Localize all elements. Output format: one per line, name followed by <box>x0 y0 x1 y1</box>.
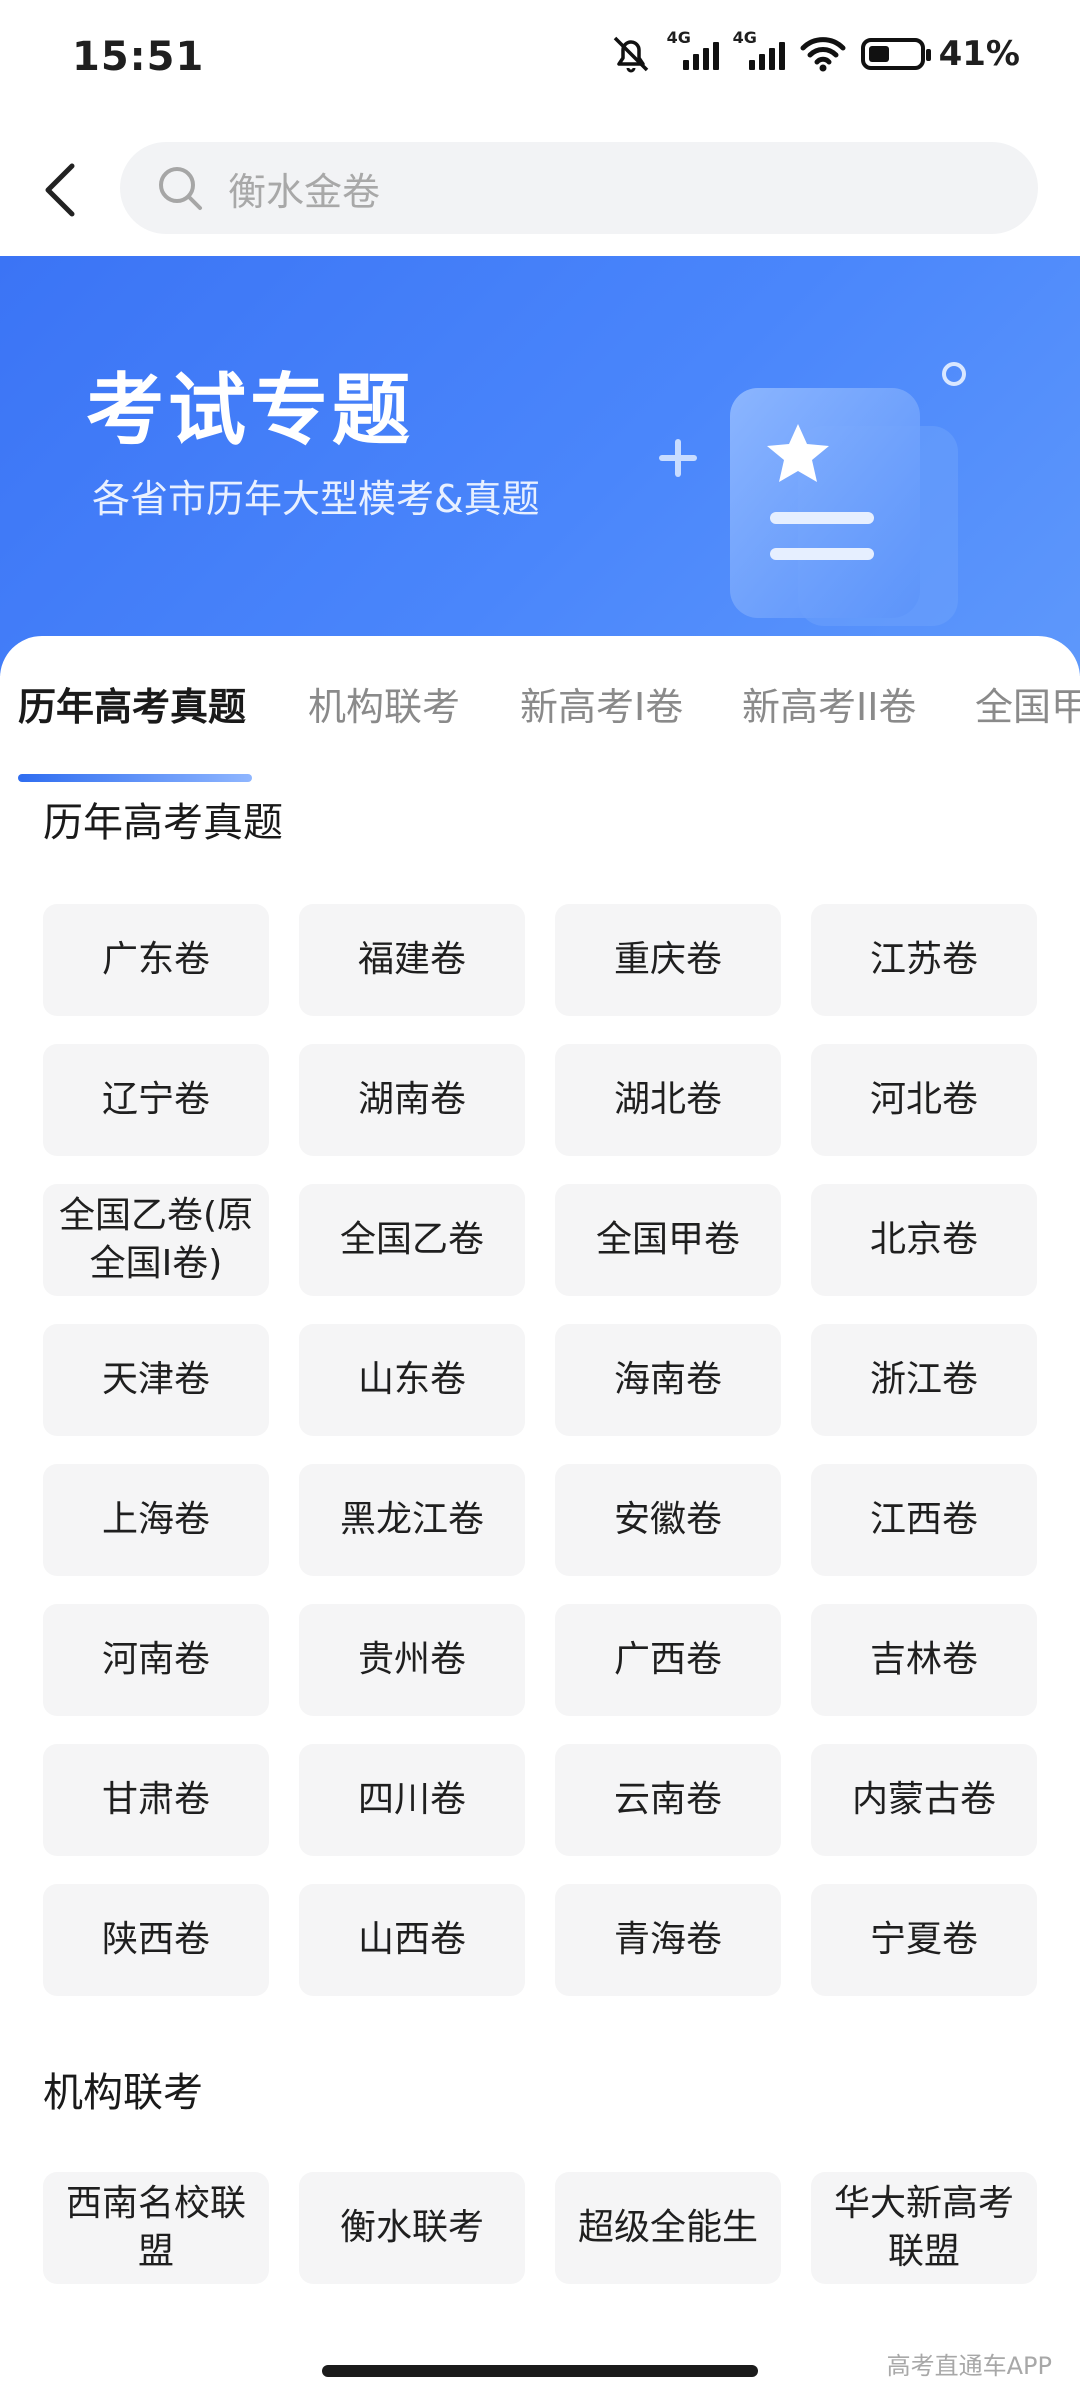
paper-chip[interactable]: 河北卷 <box>811 1044 1037 1156</box>
chevron-left-icon <box>45 163 75 217</box>
paper-chip[interactable]: 江西卷 <box>811 1464 1037 1576</box>
paper-chip[interactable]: 衡水联考 <box>299 2172 525 2284</box>
paper-chip[interactable]: 吉林卷 <box>811 1604 1037 1716</box>
paper-chip[interactable]: 山东卷 <box>299 1324 525 1436</box>
paper-chip[interactable]: 北京卷 <box>811 1184 1037 1296</box>
paper-chip[interactable]: 江苏卷 <box>811 904 1037 1016</box>
paper-chip[interactable]: 重庆卷 <box>555 904 781 1016</box>
paper-chip[interactable]: 广西卷 <box>555 1604 781 1716</box>
paper-chip[interactable]: 山西卷 <box>299 1884 525 1996</box>
paper-chip[interactable]: 甘肃卷 <box>43 1744 269 1856</box>
search-input[interactable]: 衡水金卷 <box>120 142 1038 234</box>
header: 衡水金卷 <box>0 120 1080 256</box>
paper-chip[interactable]: 超级全能生 <box>555 2172 781 2284</box>
battery-icon <box>860 38 931 70</box>
paper-chip[interactable]: 湖北卷 <box>555 1044 781 1156</box>
paper-chip[interactable]: 贵州卷 <box>299 1604 525 1716</box>
content-sheet: 历年高考真题 机构联考 新高考I卷 新高考II卷 全国甲 历年高考真题 广东卷福… <box>0 636 1080 2400</box>
paper-chip[interactable]: 广东卷 <box>43 904 269 1016</box>
paper-chip[interactable]: 河南卷 <box>43 1604 269 1716</box>
paper-chip[interactable]: 福建卷 <box>299 904 525 1016</box>
battery-percent: 41% <box>938 34 1020 74</box>
active-tab-indicator <box>18 774 252 782</box>
paper-chip[interactable]: 青海卷 <box>555 1884 781 1996</box>
banner: 考试专题 各省市历年大型模考&真题 <box>0 256 1080 676</box>
paper-chip[interactable]: 全国乙卷 <box>299 1184 525 1296</box>
banner-subtitle: 各省市历年大型模考&真题 <box>92 477 540 521</box>
tab-xingaokao-2[interactable]: 新高考II卷 <box>742 676 916 731</box>
paper-chip[interactable]: 全国甲卷 <box>555 1184 781 1296</box>
paper-chip[interactable]: 天津卷 <box>43 1324 269 1436</box>
tab-quanguo-jia[interactable]: 全国甲 <box>975 676 1080 731</box>
document-star-icon <box>659 362 966 626</box>
home-indicator[interactable] <box>322 2365 758 2377</box>
paper-chip[interactable]: 陕西卷 <box>43 1884 269 1996</box>
paper-chip[interactable]: 华大新高考联盟 <box>811 2172 1037 2284</box>
paper-chip[interactable]: 宁夏卷 <box>811 1884 1037 1996</box>
status-time: 15:51 <box>72 34 205 80</box>
paper-chip[interactable]: 云南卷 <box>555 1744 781 1856</box>
tab-jigou-liankao[interactable]: 机构联考 <box>308 676 460 731</box>
search-placeholder: 衡水金卷 <box>228 169 381 214</box>
paper-chip[interactable]: 湖南卷 <box>299 1044 525 1156</box>
paper-grid: 广东卷 福建卷 重庆卷 江苏卷辽宁卷 湖南卷 湖北卷 河北卷全国乙卷(原全国I卷) 全国乙卷全… <box>43 904 1039 1996</box>
paper-chip[interactable]: 浙江卷 <box>811 1324 1037 1436</box>
banner-title: 考试专题 <box>86 366 415 456</box>
paper-chip[interactable]: 内蒙古卷 <box>811 1744 1037 1856</box>
back-button[interactable] <box>36 158 84 222</box>
signal-icon: 4G <box>667 28 719 74</box>
section-title-2: 机构联考 <box>43 2070 203 2116</box>
paper-chip[interactable]: 海南卷 <box>555 1324 781 1436</box>
paper-chip[interactable]: 安徽卷 <box>555 1464 781 1576</box>
paper-chip[interactable]: 上海卷 <box>43 1464 269 1576</box>
section-title: 历年高考真题 <box>43 800 283 846</box>
paper-chip[interactable]: 辽宁卷 <box>43 1044 269 1156</box>
search-icon <box>159 167 202 210</box>
paper-chip[interactable]: 西南名校联盟 <box>43 2172 269 2284</box>
paper-chip[interactable]: 黑龙江卷 <box>299 1464 525 1576</box>
org-exam-grid: 西南名校联盟 衡水联考 超级全能生 华大新高考联盟 <box>43 2172 1039 2284</box>
category-tabs: 历年高考真题 机构联考 新高考I卷 新高考II卷 全国甲 <box>0 676 1080 786</box>
status-bar: 15:51 4G 4G 41% <box>0 0 1080 120</box>
watermark: 高考直通车APP <box>886 2352 1052 2380</box>
tab-xingaokao-1[interactable]: 新高考I卷 <box>520 676 683 731</box>
mute-icon <box>613 36 648 73</box>
tab-lishi-gaokao[interactable]: 历年高考真题 <box>18 676 246 731</box>
wifi-icon <box>800 37 846 72</box>
signal-icon-2: 4G <box>733 28 785 74</box>
status-icons: 4G 4G 41% <box>609 28 1020 74</box>
paper-chip[interactable]: 全国乙卷(原全国I卷) <box>43 1184 269 1296</box>
paper-chip[interactable]: 四川卷 <box>299 1744 525 1856</box>
